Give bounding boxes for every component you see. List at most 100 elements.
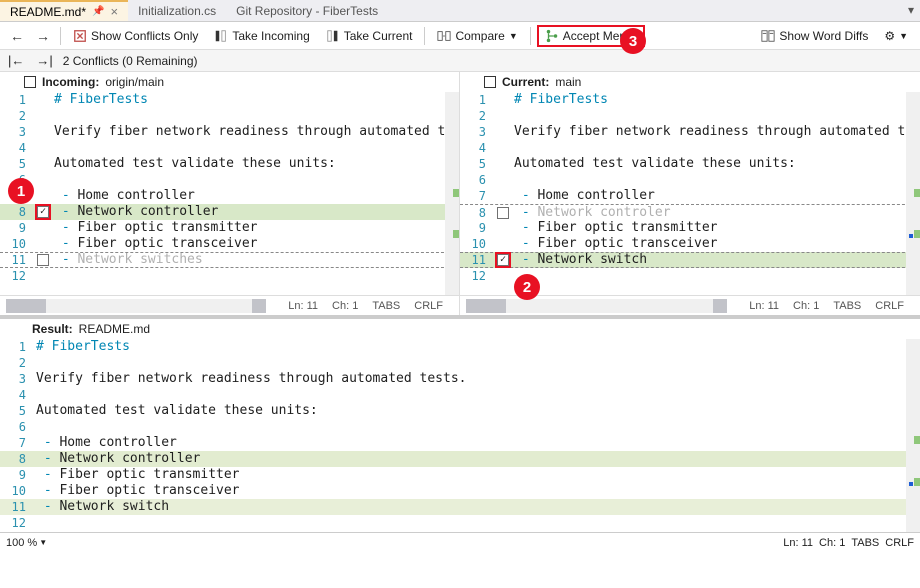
compare-icon — [437, 29, 451, 43]
code-line[interactable]: 1# FiberTests — [0, 339, 920, 355]
line-text — [512, 140, 920, 156]
code-line[interactable]: 12 — [0, 268, 459, 284]
code-line[interactable]: 6 — [0, 419, 920, 435]
conflict-checkbox[interactable] — [37, 206, 49, 218]
code-line[interactable]: 8 - Network controller — [0, 204, 459, 220]
incoming-header: Incoming: origin/main — [0, 72, 459, 92]
button-label: Compare — [455, 29, 504, 43]
callout-1: 1 — [8, 178, 34, 204]
vertical-scrollbar[interactable] — [906, 92, 920, 295]
line-number: 3 — [0, 124, 34, 140]
code-line[interactable]: 7 - Home controller — [460, 188, 920, 204]
take-current-button[interactable]: Take Current — [320, 27, 419, 45]
line-text: - Network controller — [34, 451, 920, 467]
nav-back-icon[interactable]: ← — [6, 28, 28, 44]
tab-overflow-icon[interactable]: ▾ — [908, 3, 914, 17]
pane-title-label: Incoming: — [42, 75, 99, 89]
code-line[interactable]: 2 — [0, 108, 459, 124]
button-label: Show Word Diffs — [779, 29, 868, 43]
code-line[interactable]: 6 — [460, 172, 920, 188]
checkbox-gutter — [34, 254, 52, 266]
line-text — [34, 419, 920, 435]
show-word-diffs-button[interactable]: Show Word Diffs — [755, 27, 874, 45]
code-line[interactable]: 10 - Fiber optic transceiver — [0, 483, 920, 499]
show-conflicts-button[interactable]: Show Conflicts Only — [67, 27, 204, 45]
pin-icon[interactable]: 📌 — [92, 6, 104, 17]
status-ln: Ln: 11 — [783, 537, 813, 549]
code-line[interactable]: 6 — [0, 172, 459, 188]
code-line[interactable]: 5Automated test validate these units: — [0, 403, 920, 419]
code-line[interactable]: 3Verify fiber network readiness through … — [0, 124, 459, 140]
result-code[interactable]: 1# FiberTests2 3Verify fiber network rea… — [0, 339, 920, 532]
code-line[interactable]: 4 — [460, 140, 920, 156]
code-line[interactable]: 8 - Network controller — [0, 451, 920, 467]
status-crlf: CRLF — [875, 300, 904, 312]
line-number: 7 — [460, 188, 494, 204]
horizontal-scrollbar[interactable] — [6, 299, 266, 313]
checkbox-gutter — [494, 207, 512, 219]
line-number: 2 — [0, 108, 34, 124]
dropdown-icon: ▼ — [509, 31, 518, 41]
incoming-code[interactable]: 1# FiberTests2 3Verify fiber network rea… — [0, 92, 459, 295]
code-line[interactable]: 9 - Fiber optic transmitter — [0, 467, 920, 483]
line-number: 12 — [460, 268, 494, 284]
line-text: - Home controller — [52, 188, 459, 204]
code-line[interactable]: 1# FiberTests — [0, 92, 459, 108]
result-pane: Result: README.md 1# FiberTests2 3Verify… — [0, 319, 920, 532]
vertical-scrollbar[interactable] — [445, 92, 459, 295]
code-line[interactable]: 10 - Fiber optic transceiver — [0, 236, 459, 252]
code-line[interactable]: 5Automated test validate these units: — [0, 156, 459, 172]
incoming-status: Ln: 11 Ch: 1 TABS CRLF — [0, 295, 459, 315]
line-text — [512, 108, 920, 124]
code-line[interactable]: 11 - Network switch — [460, 252, 920, 268]
line-text: Verify fiber network readiness through a… — [34, 371, 920, 387]
code-line[interactable]: 11 - Network switches — [0, 252, 459, 268]
line-text: - Network controller — [52, 204, 459, 220]
next-conflict-icon[interactable]: →| — [34, 53, 54, 68]
settings-button[interactable]: ⚙ ▼ — [878, 27, 914, 45]
line-text: # FiberTests — [512, 92, 920, 108]
code-line[interactable]: 7 - Home controller — [0, 188, 459, 204]
conflict-checkbox[interactable] — [37, 254, 49, 266]
line-number: 12 — [0, 515, 34, 531]
tab-readme[interactable]: README.md* 📌 × — [0, 0, 128, 21]
status-ch: Ch: 1 — [793, 300, 819, 312]
tab-git-repository[interactable]: Git Repository - FiberTests — [226, 0, 388, 21]
vertical-scrollbar[interactable] — [906, 339, 920, 532]
take-incoming-button[interactable]: Take Incoming — [208, 27, 315, 45]
code-line[interactable]: 3Verify fiber network readiness through … — [0, 371, 920, 387]
line-text — [34, 355, 920, 371]
horizontal-scrollbar[interactable] — [466, 299, 727, 313]
conflict-checkbox[interactable] — [497, 254, 509, 266]
code-line[interactable]: 2 — [460, 108, 920, 124]
nav-forward-icon[interactable]: → — [32, 28, 54, 44]
code-line[interactable]: 9 - Fiber optic transmitter — [460, 220, 920, 236]
code-line[interactable]: 2 — [0, 355, 920, 371]
line-number: 8 — [460, 205, 494, 221]
code-line[interactable]: 1# FiberTests — [460, 92, 920, 108]
code-line[interactable]: 4 — [0, 140, 459, 156]
tab-initialization[interactable]: Initialization.cs — [128, 0, 226, 21]
code-line[interactable]: 9 - Fiber optic transmitter — [0, 220, 459, 236]
code-line[interactable]: 11 - Network switch — [0, 499, 920, 515]
code-line[interactable]: 8 - Network controler — [460, 204, 920, 220]
result-header: Result: README.md — [0, 319, 920, 339]
zoom-control[interactable]: 100 % ▼ — [6, 537, 47, 549]
code-line[interactable]: 10 - Fiber optic transceiver — [460, 236, 920, 252]
prev-conflict-icon[interactable]: |← — [6, 53, 26, 68]
compare-button[interactable]: Compare ▼ — [431, 27, 523, 45]
code-line[interactable]: 3Verify fiber network readiness through … — [460, 124, 920, 140]
status-ch: Ch: 1 — [819, 537, 845, 549]
code-line[interactable]: 7 - Home controller — [0, 435, 920, 451]
current-code[interactable]: 1# FiberTests2 3Verify fiber network rea… — [460, 92, 920, 295]
zoom-value: 100 % — [6, 537, 37, 549]
line-text: - Fiber optic transmitter — [34, 467, 920, 483]
code-line[interactable]: 12 — [0, 515, 920, 531]
conflict-checkbox[interactable] — [497, 207, 509, 219]
line-number: 1 — [0, 92, 34, 108]
line-text: - Fiber optic transceiver — [52, 236, 459, 252]
close-icon[interactable]: × — [110, 4, 118, 19]
code-line[interactable]: 4 — [0, 387, 920, 403]
line-text: Automated test validate these units: — [52, 156, 459, 172]
code-line[interactable]: 5Automated test validate these units: — [460, 156, 920, 172]
